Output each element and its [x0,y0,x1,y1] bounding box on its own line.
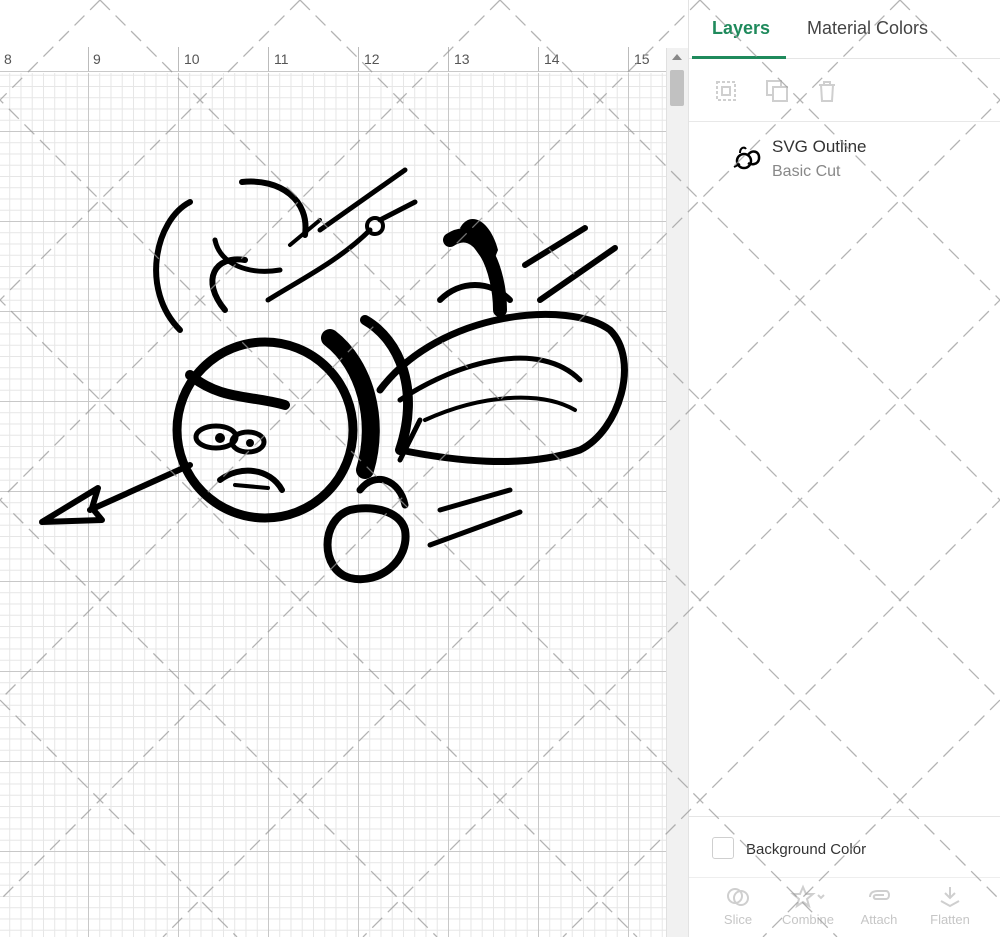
bee-mascot-artwork[interactable] [20,160,660,600]
flatten-button[interactable]: Flatten [920,884,980,927]
attach-icon [869,890,890,900]
layers-panel: Layers Material Colors SVG Outline Basic… [688,0,1000,937]
tab-layers[interactable]: Layers [712,18,770,39]
scroll-up-arrow-icon[interactable] [672,54,682,60]
panel-tabs: Layers Material Colors [689,0,1000,59]
ruler-tick-label: 11 [274,51,289,67]
ruler-tick [268,47,269,71]
delete-icon[interactable] [814,78,840,104]
ruler-tick [358,47,359,71]
group-icon[interactable] [713,78,739,104]
layer-toolbar [689,60,1000,122]
background-color-checkbox[interactable] [712,837,734,859]
ruler-tick-label: 14 [544,51,560,67]
ruler-tick-label: 8 [4,51,12,67]
duplicate-icon[interactable] [764,78,790,104]
combine-icon [790,884,825,909]
layer-actions-bar: Slice Combine Attach Flatten [689,877,1000,937]
tab-material-colors[interactable]: Material Colors [807,18,928,39]
flatten-icon [940,887,960,908]
background-color-row: Background Color [689,816,1000,876]
layer-thumbnail-icon [733,146,761,170]
ruler-tick [448,47,449,71]
ruler-tick-label: 15 [634,51,650,67]
ruler-tick [628,47,629,71]
layer-item-svg-outline[interactable]: SVG Outline Basic Cut [689,123,1000,191]
attach-label: Attach [860,912,898,927]
flatten-label: Flatten [930,912,970,927]
ruler-tick-label: 9 [93,51,101,67]
ruler-tick [538,47,539,71]
slice-button[interactable]: Slice [708,884,768,927]
horizontal-ruler: 8 9 10 11 12 13 14 15 [0,47,666,72]
ruler-tick-label: 13 [454,51,470,67]
ruler-tick-label: 12 [364,51,380,67]
combine-label: Combine [781,912,835,927]
attach-button[interactable]: Attach [849,884,909,927]
ruler-tick [178,47,179,71]
slice-label: Slice [723,912,753,927]
layer-name: SVG Outline [772,137,867,156]
combine-button[interactable]: Combine [778,884,838,927]
active-tab-indicator [692,56,786,59]
ruler-tick-label: 10 [184,51,200,67]
layer-operation-type: Basic Cut [772,163,841,180]
design-canvas[interactable]: 8 9 10 11 12 13 14 15 [0,0,688,937]
vertical-scrollbar[interactable] [666,48,688,937]
background-color-label: Background Color [746,841,867,858]
ruler-tick [88,47,89,71]
scrollbar-thumb[interactable] [670,70,684,106]
slice-icon [727,888,749,906]
